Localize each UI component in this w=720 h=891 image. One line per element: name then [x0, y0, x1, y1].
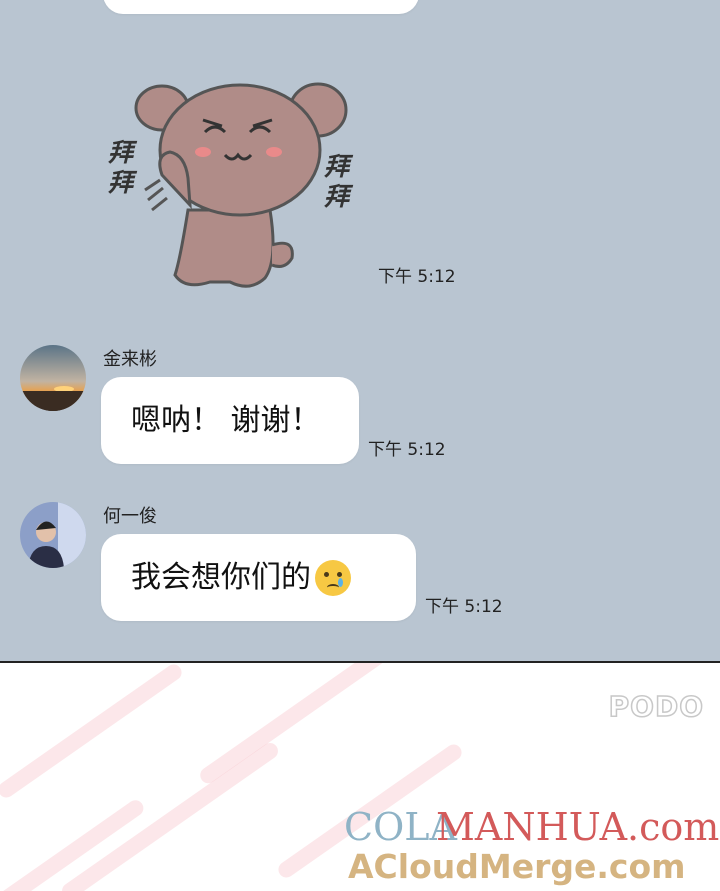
message-bubble-2[interactable]: 我会想你们的 😢	[101, 534, 416, 621]
sunset-avatar-icon	[20, 345, 86, 411]
sticker-label-left: 拜拜	[108, 138, 134, 197]
message-text-2: 我会想你们的	[131, 559, 311, 595]
decor-stripe	[0, 663, 185, 801]
sticker-dog[interactable]: 拜拜 拜拜	[100, 60, 370, 300]
watermark-area: PODO COLA MANHUA.com ACloudMerge.com	[0, 663, 720, 891]
person-avatar-icon	[20, 502, 86, 568]
sticker-time: 下午 5:12	[378, 267, 456, 287]
avatar-sender-2[interactable]	[20, 502, 86, 568]
decor-stripe	[58, 739, 282, 891]
sender-name-1: 金来彬	[103, 349, 157, 370]
avatar-sender-1[interactable]	[20, 345, 86, 411]
sticker-label-right: 拜拜	[324, 152, 350, 211]
message-time-2: 下午 5:12	[425, 597, 503, 617]
crying-emoji-icon	[315, 559, 351, 596]
previous-message-bubble[interactable]	[103, 0, 419, 14]
message-bubble-1[interactable]: 嗯呐！ 谢谢！	[101, 377, 359, 464]
chat-area: 拜拜 拜拜 下午 5:12 金来彬 嗯呐！ 谢谢！ 下午 5:12 何一俊 我会…	[0, 0, 720, 661]
decor-stripe	[197, 663, 403, 787]
sender-name-2: 何一俊	[103, 506, 157, 527]
podo-watermark: PODO	[608, 689, 704, 724]
message-time-1: 下午 5:12	[368, 440, 446, 460]
message-text-1: 嗯呐！ 谢谢！	[131, 402, 321, 438]
cola-watermark-part2: MANHUA.com	[436, 805, 720, 849]
acloudmerge-watermark: ACloudMerge.com	[348, 847, 686, 886]
